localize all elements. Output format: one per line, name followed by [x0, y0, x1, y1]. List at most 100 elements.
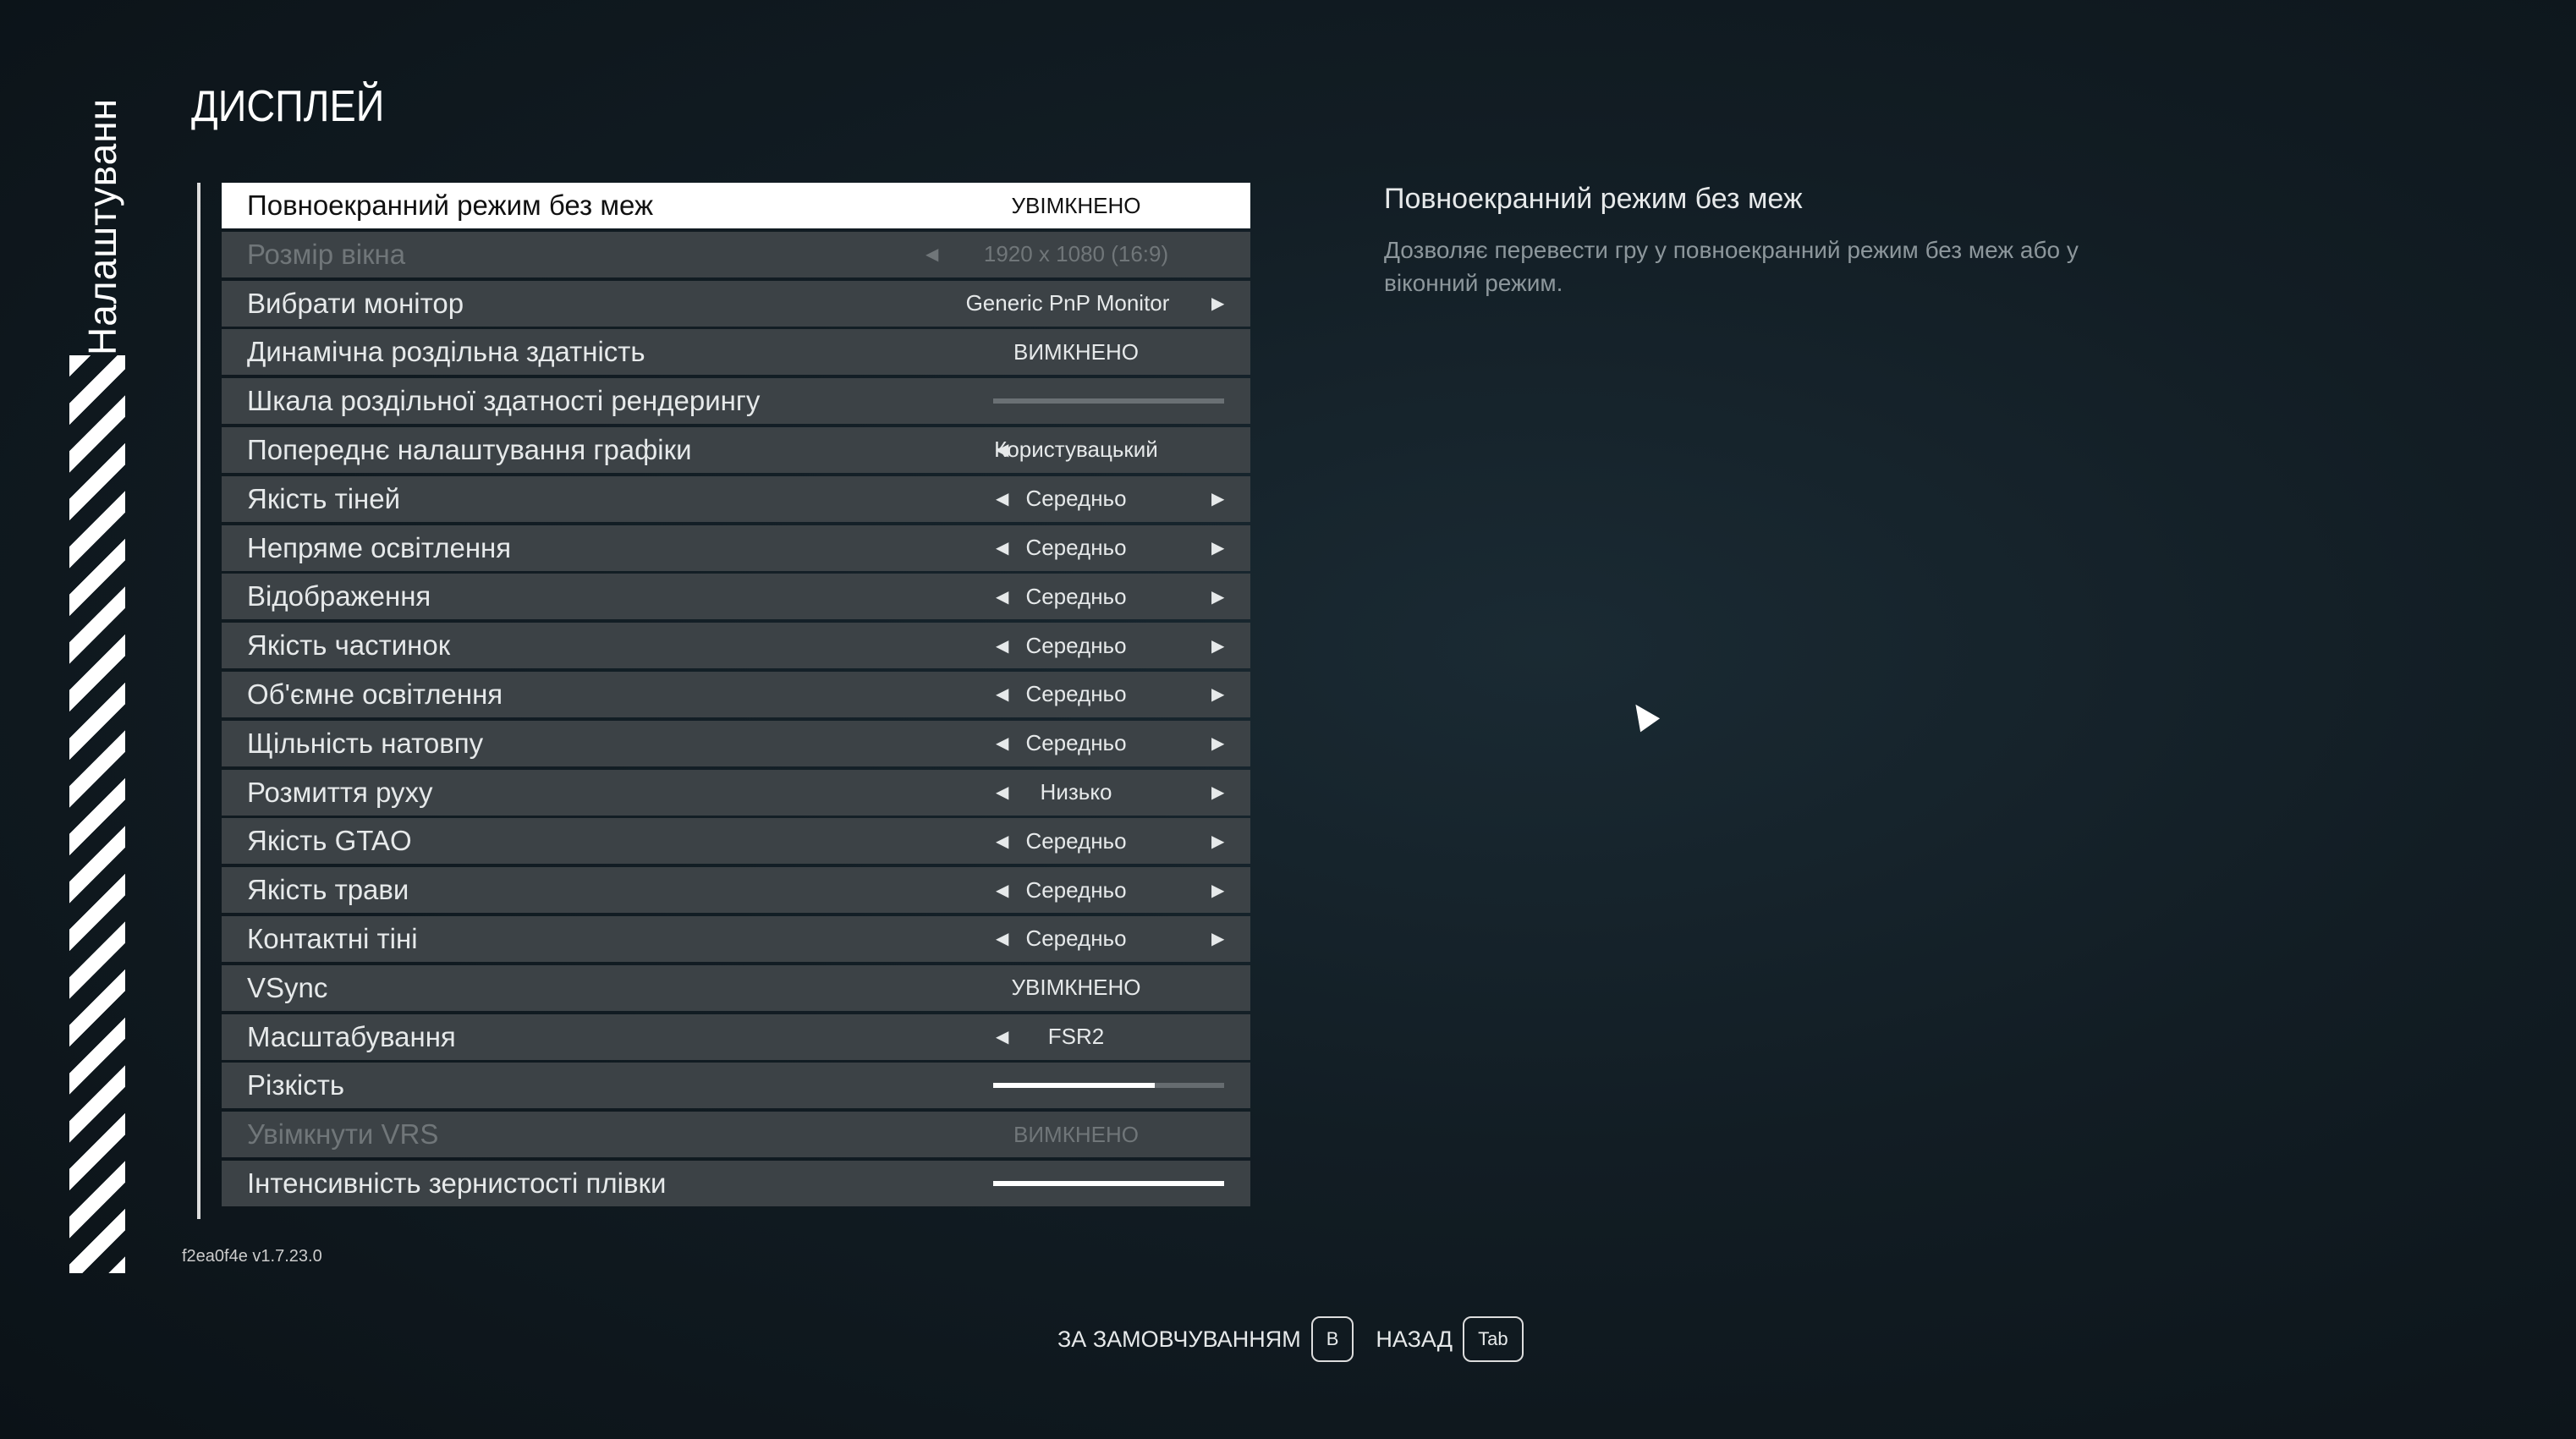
setting-row[interactable]: Якість тіней ◀ Середньо ▶: [222, 475, 1250, 522]
arrow-left-icon[interactable]: ◀: [996, 488, 1008, 509]
setting-label: Якість тіней: [247, 482, 401, 514]
setting-value: УВІМКНЕНО: [1011, 975, 1141, 1001]
settings-list: Повноекранний режим без меж УВІМКНЕНО Розм…: [222, 183, 1250, 1210]
setting-label: Об'ємне освітлення: [247, 678, 503, 710]
setting-label: Якість частинок: [247, 629, 451, 662]
setting-row[interactable]: Непряме освітлення ◀ Середньо ▶: [222, 525, 1250, 571]
footer-actions: ЗА ЗАМОВЧУВАННЯМ B НАЗАД Tab: [1057, 1316, 1535, 1362]
arrow-right-icon[interactable]: ▶: [1211, 782, 1224, 803]
setting-row[interactable]: Відображення ◀ Середньо ▶: [222, 574, 1250, 620]
setting-label: Якість GTAO: [247, 825, 412, 857]
setting-value: Середньо: [1025, 681, 1127, 707]
setting-label: Попереднє налаштування графіки: [247, 433, 692, 465]
setting-row[interactable]: Різкість: [222, 1063, 1250, 1109]
arrow-left-icon[interactable]: ◀: [996, 586, 1008, 607]
arrow-left-icon[interactable]: ◀: [996, 782, 1008, 803]
arrow-left-icon[interactable]: ◀: [996, 733, 1008, 754]
setting-value: УВІМКНЕНО: [1011, 192, 1141, 218]
arrow-right-icon[interactable]: ▶: [1211, 488, 1224, 509]
setting-row[interactable]: Щільність натовпу ◀ Середньо ▶: [222, 720, 1250, 766]
setting-row[interactable]: Об'ємне освітлення ◀ Середньо ▶: [222, 671, 1250, 717]
setting-label: Динамічна роздільна здатність: [247, 336, 645, 368]
arrow-right-icon[interactable]: ▶: [1211, 586, 1224, 607]
description-body: Дозволяє перевести гру у повноекранний р…: [1384, 237, 2079, 296]
setting-slider[interactable]: [993, 398, 1224, 404]
setting-value: Середньо: [1025, 632, 1127, 658]
setting-label: Увімкнути VRS: [247, 1118, 439, 1151]
slider-fill: [993, 1083, 1156, 1089]
setting-value: Низько: [1040, 779, 1112, 805]
setting-label: Відображення: [247, 580, 431, 612]
arrow-right-icon[interactable]: ▶: [1211, 928, 1224, 949]
setting-row[interactable]: Динамічна роздільна здатність ВИМКНЕНО: [222, 329, 1250, 376]
arrow-left-icon[interactable]: ◀: [996, 635, 1008, 656]
setting-label: Масштабування: [247, 1020, 456, 1052]
setting-label: Щільність натовпу: [247, 727, 484, 759]
setting-row[interactable]: Розмір вікна ◀ 1920 x 1080 (16:9): [222, 231, 1250, 277]
scrollbar[interactable]: [197, 183, 200, 1219]
setting-label: VSync: [247, 971, 328, 1003]
setting-row[interactable]: Контактні тіні ◀ Середньо ▶: [222, 915, 1250, 962]
arrow-right-icon[interactable]: ▶: [1211, 831, 1224, 852]
setting-value: Середньо: [1025, 486, 1127, 512]
setting-label: Повноекранний режим без меж: [247, 189, 654, 221]
default-button[interactable]: ЗА ЗАМОВЧУВАННЯМ: [1057, 1326, 1301, 1353]
mouse-cursor-icon: [1625, 697, 1661, 733]
setting-value: Середньо: [1025, 535, 1127, 561]
arrow-left-icon[interactable]: ◀: [925, 244, 938, 265]
page-title: ДИСПЛЕЙ: [191, 82, 385, 131]
setting-value: Generic PnP Monitor: [965, 290, 1170, 316]
arrow-left-icon[interactable]: ◀: [996, 928, 1008, 949]
setting-row[interactable]: Розмиття руху ◀ Низько ▶: [222, 769, 1250, 816]
arrow-left-icon[interactable]: ◀: [996, 684, 1008, 705]
key-hint-b[interactable]: B: [1310, 1316, 1354, 1362]
description-title: Повноекранний режим без меж: [1384, 183, 1803, 215]
setting-value: 1920 x 1080 (16:9): [983, 241, 1169, 267]
setting-value: Середньо: [1025, 876, 1127, 903]
arrow-right-icon[interactable]: ▶: [1211, 537, 1224, 558]
setting-row[interactable]: Масштабування ◀ FSR2: [222, 1013, 1250, 1060]
setting-row[interactable]: Якість трави ◀ Середньо ▶: [222, 867, 1250, 914]
key-hint-tab[interactable]: Tab: [1463, 1316, 1524, 1362]
setting-value: Середньо: [1025, 827, 1127, 854]
setting-label: Різкість: [247, 1069, 345, 1101]
setting-value: Середньо: [1025, 925, 1127, 952]
setting-label: Розмиття руху: [247, 776, 433, 808]
setting-label: Непряме освітлення: [247, 531, 512, 563]
arrow-right-icon[interactable]: ▶: [1211, 635, 1224, 656]
setting-value: Середньо: [1025, 583, 1127, 609]
version-label: f2ea0f4e v1.7.23.0: [182, 1247, 322, 1266]
arrow-right-icon[interactable]: ▶: [1211, 293, 1224, 314]
setting-row[interactable]: VSync УВІМКНЕНО: [222, 964, 1250, 1011]
setting-slider[interactable]: [993, 1083, 1224, 1089]
sidebar-title: Налаштуванн: [80, 97, 124, 355]
back-button[interactable]: НАЗАД: [1376, 1326, 1453, 1353]
setting-row[interactable]: Якість частинок ◀ Середньо ▶: [222, 623, 1250, 669]
setting-label: Інтенсивність зернистості плівки: [247, 1167, 667, 1199]
setting-row[interactable]: Попереднє налаштування графіки ◀ Користува…: [222, 426, 1250, 473]
setting-row[interactable]: Шкала роздільної здатності рендерингу: [222, 378, 1250, 425]
setting-label: Розмір вікна: [247, 238, 406, 270]
setting-row[interactable]: Інтенсивність зернистості плівки: [222, 1160, 1250, 1206]
setting-value: Користувацький: [994, 437, 1158, 463]
setting-slider[interactable]: [993, 1180, 1224, 1186]
setting-label: Контактні тіні: [247, 922, 418, 954]
setting-label: Шкала роздільної здатності рендерингу: [247, 385, 761, 417]
setting-row[interactable]: Повноекранний режим без меж УВІМКНЕНО: [222, 183, 1250, 228]
setting-row[interactable]: Якість GTAO ◀ Середньо ▶: [222, 818, 1250, 865]
arrow-right-icon[interactable]: ▶: [1211, 880, 1224, 901]
arrow-left-icon[interactable]: ◀: [996, 880, 1008, 901]
setting-row[interactable]: Увімкнути VRS ВИМКНЕНО: [222, 1112, 1250, 1158]
setting-value: Середньо: [1025, 730, 1127, 756]
setting-value: ВИМКНЕНО: [1013, 1121, 1139, 1147]
arrow-right-icon[interactable]: ▶: [1211, 733, 1224, 754]
arrow-left-icon[interactable]: ◀: [996, 537, 1008, 558]
setting-value: FSR2: [1047, 1024, 1105, 1050]
arrow-left-icon[interactable]: ◀: [996, 831, 1008, 852]
setting-label: Вибрати монітор: [247, 287, 464, 319]
setting-value: ВИМКНЕНО: [1013, 338, 1139, 365]
slider-fill: [993, 1180, 1224, 1186]
arrow-right-icon[interactable]: ▶: [1211, 684, 1224, 705]
arrow-left-icon[interactable]: ◀: [996, 1026, 1008, 1047]
setting-row[interactable]: Вибрати монітор Generic PnP Monitor ▶: [222, 280, 1250, 327]
